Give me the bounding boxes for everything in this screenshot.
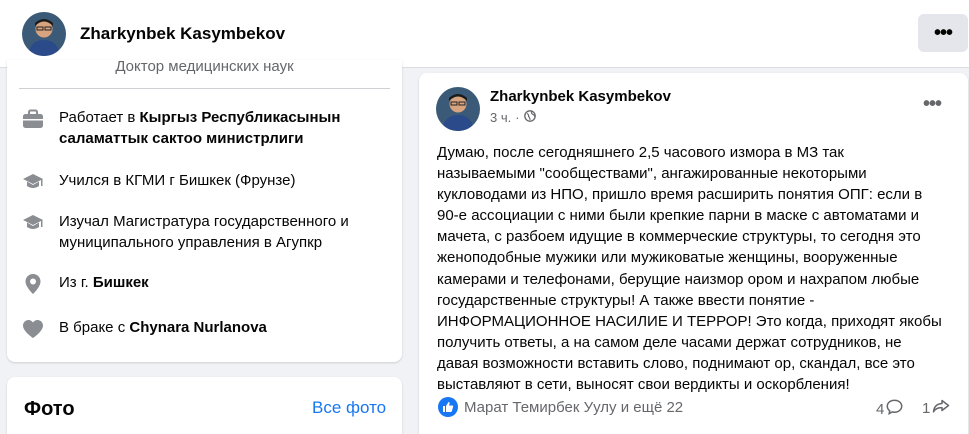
heart-icon [21, 317, 45, 341]
location-pin-icon [21, 272, 45, 296]
post-timestamp[interactable]: 3 ч. [490, 110, 511, 125]
intro-card: Доктор медицинских наук Работает в Кыргы… [7, 60, 402, 362]
profile-header-bar: Zharkynbek Kasymbekov ••• [0, 0, 969, 68]
intro-item-label: Изучал Магистратура государственного и м… [59, 213, 349, 251]
post-author-avatar[interactable] [436, 87, 480, 131]
profile-more-button[interactable]: ••• [918, 14, 968, 52]
reactions-text: Марат Темирбек Уулу и ещё 22 [464, 398, 684, 416]
post-options-button[interactable]: ••• [916, 93, 948, 117]
intro-item-label: Учился в КГМИ г Бишкек (Фрунзе) [59, 172, 296, 189]
reactions-summary[interactable]: Марат Темирбек Уулу и ещё 22 [438, 397, 683, 417]
like-reaction-icon [438, 397, 458, 417]
graduation-cap-icon [21, 170, 45, 194]
briefcase-icon [21, 107, 45, 131]
comments-count[interactable]: 4 [876, 399, 903, 419]
intro-item-relationship: В браке с Chynara Nurlanova [21, 317, 379, 341]
intro-item-education-2: Изучал Магистратура государственного и м… [21, 211, 379, 253]
hometown-link[interactable]: Бишкек [93, 274, 149, 291]
shares-count[interactable]: 1 [922, 399, 950, 417]
comment-icon [884, 399, 903, 419]
spouse-link[interactable]: Chynara Nurlanova [129, 319, 267, 336]
intro-item-education-1: Учился в КГМИ г Бишкек (Фрунзе) [21, 170, 379, 194]
intro-item-prefix: Работает в [59, 109, 140, 126]
share-icon [930, 399, 950, 417]
photos-card: Фото Все фото [7, 377, 402, 434]
post-card: Zharkynbek Kasymbekov 3 ч. · ••• Думаю, … [419, 73, 968, 434]
photos-title: Фото [24, 398, 75, 420]
post-author-name[interactable]: Zharkynbek Kasymbekov [490, 88, 671, 105]
intro-bio-partial: Доктор медицинских наук [115, 60, 294, 75]
shares-count-value: 1 [922, 399, 931, 417]
intro-item-work: Работает в Кыргыз Республикасынын салама… [21, 107, 379, 149]
globe-icon[interactable] [523, 110, 536, 125]
post-meta: 3 ч. · [490, 110, 536, 125]
intro-item-prefix: Из г. [59, 274, 93, 291]
intro-item-hometown: Из г. Бишкек [21, 272, 379, 296]
graduation-cap-icon [21, 211, 45, 235]
profile-avatar[interactable] [22, 12, 66, 56]
profile-name[interactable]: Zharkynbek Kasymbekov [80, 24, 285, 44]
post-body-text: Думаю, после сегодняшнего 2,5 часового и… [437, 144, 942, 394]
comments-count-value: 4 [876, 400, 885, 418]
intro-divider [19, 88, 390, 89]
meta-separator: · [515, 110, 520, 125]
intro-item-prefix: В браке с [59, 319, 130, 336]
see-all-photos-link[interactable]: Все фото [312, 398, 386, 418]
